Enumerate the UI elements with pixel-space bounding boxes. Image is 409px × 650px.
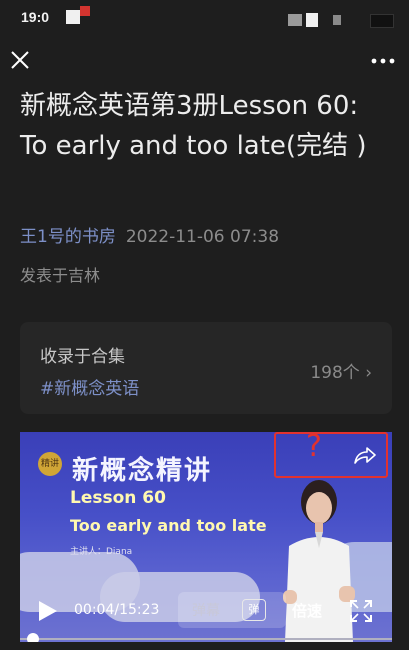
video-time: 00:04/15:23	[74, 602, 160, 618]
fullscreen-icon[interactable]	[350, 600, 372, 622]
status-indicator	[333, 15, 341, 25]
share-icon[interactable]	[354, 446, 376, 464]
annotation-question-mark: ?	[306, 432, 322, 464]
more-icon[interactable]	[371, 58, 395, 64]
wifi-icon	[306, 13, 318, 27]
cover-badge: 精讲	[38, 452, 62, 476]
battery-icon	[370, 14, 394, 28]
video-controls: 00:04/15:23 弹幕 弹 倍速	[20, 592, 392, 642]
publish-location: 发表于吉林	[20, 266, 101, 285]
article-meta: 王1号的书房 2022-11-06 07:38	[20, 222, 279, 247]
speed-button[interactable]: 倍速	[292, 600, 322, 621]
danmu-label: 弹幕	[192, 603, 220, 619]
chevron-right-icon: ›	[365, 363, 372, 383]
article-title: 新概念英语第3册Lesson 60: To early and too late…	[20, 91, 367, 161]
cover-lesson: Lesson 60	[70, 488, 166, 508]
status-time: 19:0	[21, 9, 50, 25]
cover-subtitle: Too early and too late	[70, 516, 267, 535]
video-player[interactable]: 精讲 新概念精讲 Lesson 60 Too early and too lat…	[20, 432, 392, 642]
collection-label: 收录于合集	[40, 347, 125, 367]
collection-count-value: 198个	[310, 363, 360, 383]
publish-date: 2022-11-06 07:38	[125, 227, 280, 247]
danmu-toggle-icon[interactable]: 弹	[242, 599, 266, 621]
play-icon[interactable]	[36, 600, 58, 622]
collection-count: 198个 ›	[310, 358, 372, 383]
collection-card[interactable]: 收录于合集 #新概念英语 198个 ›	[20, 322, 392, 414]
close-icon[interactable]	[10, 50, 30, 70]
progress-bar[interactable]	[20, 633, 392, 642]
author-link[interactable]: 王1号的书房	[20, 227, 116, 247]
collection-tag[interactable]: #新概念英语	[40, 374, 139, 399]
progress-knob[interactable]	[27, 633, 40, 642]
danmu-input[interactable]: 弹幕 弹	[178, 592, 286, 628]
status-bar: 19:0	[0, 0, 409, 38]
cover-presenter: 主讲人：Diana	[70, 547, 133, 557]
status-indicator	[66, 10, 80, 24]
cover-title: 新概念精讲	[72, 456, 213, 486]
signal-icon	[288, 14, 302, 26]
status-indicator	[80, 6, 90, 16]
